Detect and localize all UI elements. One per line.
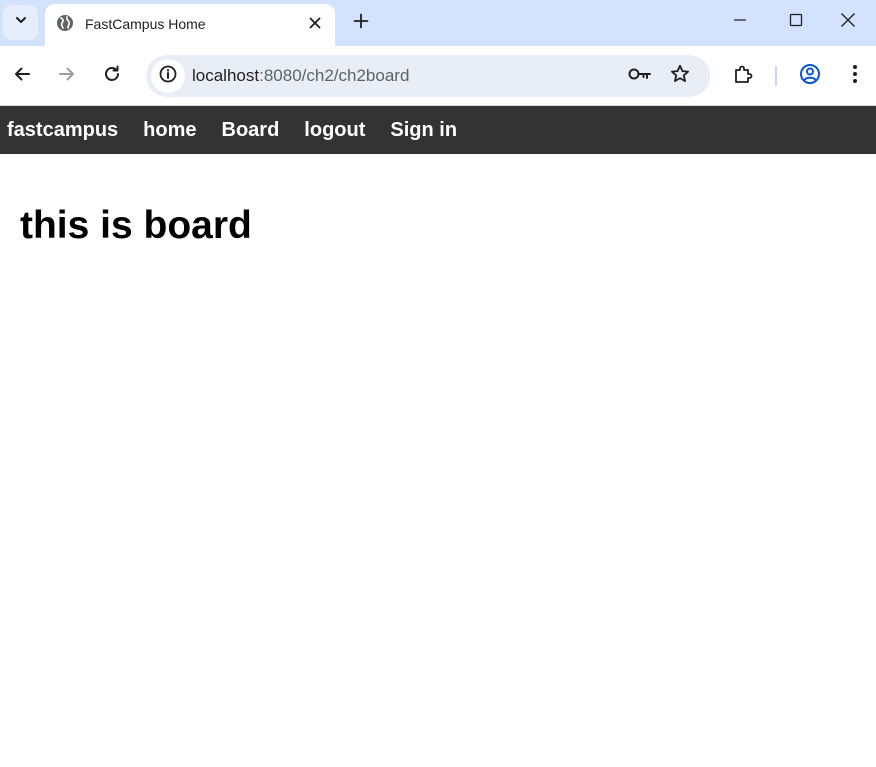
- bookmark-button[interactable]: [663, 59, 697, 93]
- site-navbar: fastcampus home Board logout Sign in: [0, 106, 876, 154]
- maximize-button[interactable]: [768, 0, 824, 44]
- extensions-button[interactable]: [726, 59, 760, 93]
- browser-menu-button[interactable]: [838, 59, 872, 93]
- account-circle-icon: [799, 63, 821, 90]
- site-info-button[interactable]: [151, 59, 185, 93]
- page-title: this is board: [20, 204, 252, 247]
- more-vertical-icon: [852, 64, 858, 89]
- nav-link-sign-in[interactable]: Sign in: [377, 119, 469, 142]
- active-tab[interactable]: FastCampus Home: [45, 4, 335, 46]
- nav-link-home[interactable]: home: [130, 119, 208, 142]
- close-icon: [840, 12, 856, 33]
- forward-button[interactable]: [50, 59, 84, 93]
- minimize-icon: [733, 13, 747, 32]
- arrow-right-icon: [58, 65, 76, 88]
- tab-strip: FastCampus Home: [0, 0, 876, 46]
- nav-link-logout[interactable]: logout: [291, 119, 377, 142]
- minimize-button[interactable]: [712, 0, 768, 44]
- close-tab-icon[interactable]: [305, 13, 325, 33]
- tab-search-button[interactable]: [3, 5, 38, 40]
- reload-icon: [103, 65, 121, 88]
- close-window-button[interactable]: [820, 0, 876, 44]
- star-icon: [670, 64, 690, 89]
- arrow-left-icon: [13, 65, 31, 88]
- tab-title: FastCampus Home: [85, 16, 206, 32]
- reload-button[interactable]: [95, 59, 129, 93]
- key-icon: [628, 67, 652, 86]
- password-manager-button[interactable]: [623, 59, 657, 93]
- plus-icon: [353, 13, 369, 34]
- maximize-icon: [789, 13, 803, 32]
- url-text[interactable]: localhost:8080/ch2/ch2board: [192, 66, 409, 86]
- url-path: :8080/ch2/ch2board: [259, 66, 410, 85]
- nav-link-fastcampus[interactable]: fastcampus: [0, 119, 130, 142]
- info-icon: [159, 65, 177, 88]
- profile-button[interactable]: [793, 59, 827, 93]
- toolbar-divider: [775, 66, 777, 86]
- chevron-down-icon: [14, 13, 28, 32]
- nav-link-board[interactable]: Board: [209, 119, 292, 142]
- url-host: localhost: [192, 66, 260, 85]
- globe-icon: [56, 14, 74, 32]
- back-button[interactable]: [5, 59, 39, 93]
- new-tab-button[interactable]: [346, 8, 376, 38]
- puzzle-piece-icon: [733, 64, 753, 89]
- browser-toolbar: localhost:8080/ch2/ch2board: [0, 46, 876, 105]
- address-bar[interactable]: localhost:8080/ch2/ch2board: [146, 55, 710, 97]
